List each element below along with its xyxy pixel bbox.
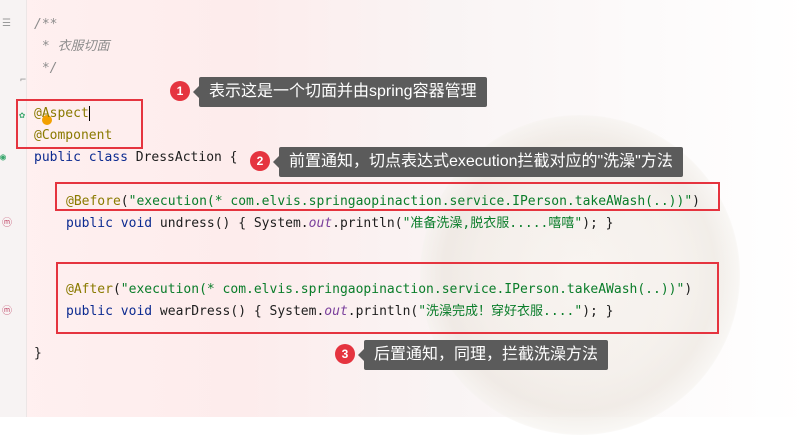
highlight-box-before bbox=[55, 182, 720, 211]
method-icon[interactable]: ⓜ bbox=[2, 306, 12, 318]
bean-icon[interactable]: ◉ bbox=[0, 152, 6, 164]
code-line-class-close: } bbox=[34, 346, 42, 361]
method-icon[interactable]: ⓜ bbox=[2, 218, 12, 230]
code-editor[interactable]: ☰ ⌐ ✿ ◉ ⓜ ⓜ /** * 衣服切面 */ @Aspect @Compo… bbox=[0, 0, 808, 435]
editor-gutter: ☰ ⌐ ✿ ◉ ⓜ ⓜ bbox=[0, 0, 27, 417]
code-line-doc-open: /** bbox=[34, 17, 58, 32]
keyword: public class bbox=[34, 150, 136, 165]
string-literal: "准备洗澡,脱衣服.....嘻嘻" bbox=[402, 216, 583, 231]
annotation-tooltip-2: 前置通知，切点表达式execution拦截对应的"洗澡"方法 bbox=[273, 147, 683, 177]
annotation-badge-1: 1 bbox=[170, 81, 190, 101]
annotation-badge-3: 3 bbox=[335, 344, 355, 364]
keyword: public void bbox=[66, 216, 160, 231]
statement-end: ); } bbox=[582, 216, 614, 231]
annotation-badge-2: 2 bbox=[250, 151, 270, 171]
code-line-undress: public void undress() { System.out.print… bbox=[66, 213, 614, 235]
fold-icon[interactable]: ⌐ bbox=[20, 75, 26, 87]
code-line-class-decl: public class DressAction { bbox=[34, 147, 238, 169]
highlight-box-aspect bbox=[16, 99, 143, 149]
fold-icon[interactable]: ☰ bbox=[2, 18, 11, 30]
method-signature: undress() { System. bbox=[159, 216, 309, 231]
code-line-doc-close: */ bbox=[34, 61, 58, 76]
println-call: .println( bbox=[332, 216, 403, 231]
code-line-doc-text: * 衣服切面 bbox=[34, 39, 110, 54]
class-name: DressAction { bbox=[135, 150, 238, 165]
annotation-tooltip-3: 后置通知，同理，拦截洗澡方法 bbox=[357, 340, 609, 370]
out-field: out bbox=[308, 216, 333, 231]
annotation-tooltip-1: 表示这是一个切面并由spring容器管理 bbox=[193, 77, 487, 107]
highlight-box-after bbox=[56, 262, 719, 334]
